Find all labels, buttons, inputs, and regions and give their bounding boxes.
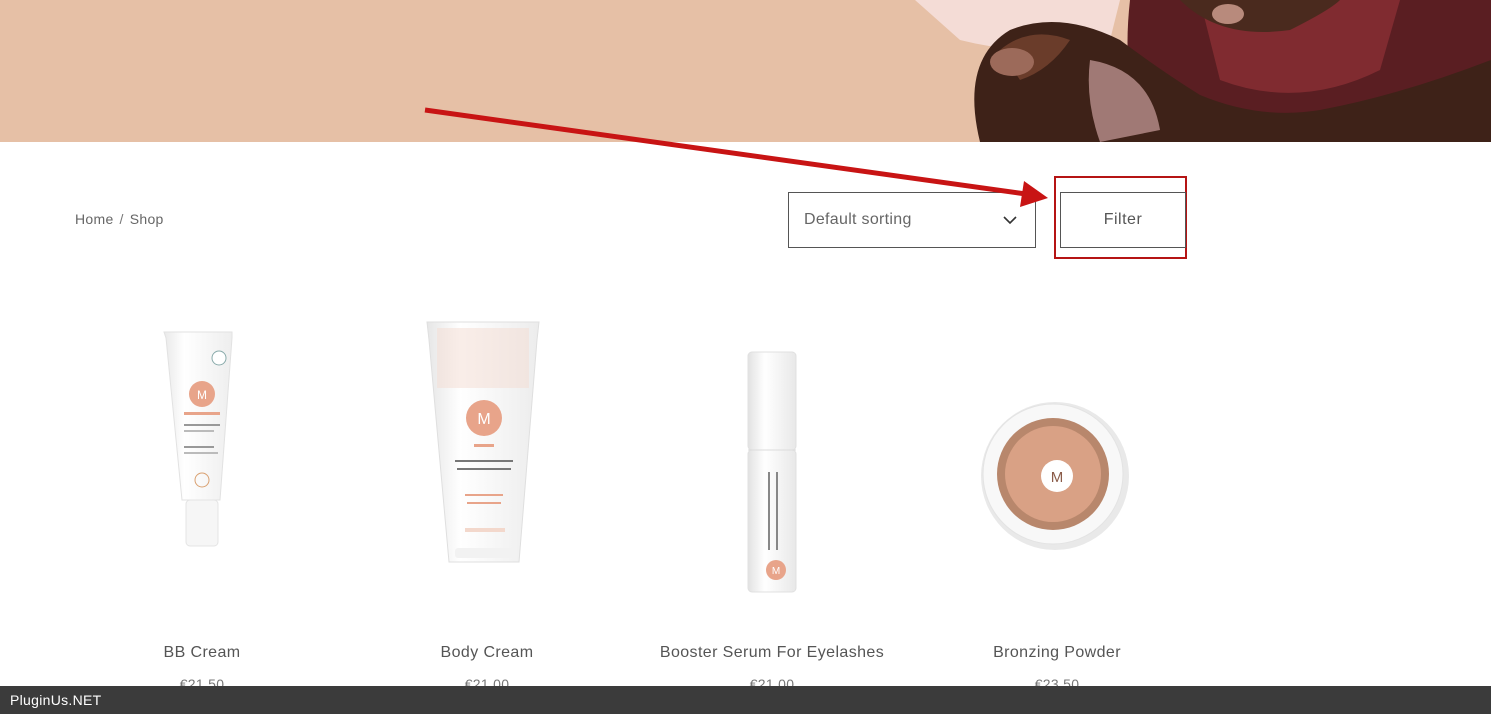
product-title[interactable]: Body Cream — [357, 644, 617, 662]
product-image[interactable]: M — [927, 300, 1187, 620]
product-image[interactable]: M — [357, 300, 617, 620]
sort-select-value: Default sorting — [804, 211, 912, 228]
product-title[interactable]: Booster Serum For Eyelashes — [642, 644, 902, 662]
product-title[interactable]: Bronzing Powder — [927, 644, 1187, 662]
product-card[interactable]: M Bronzing Powder €23.50 — [927, 300, 1187, 692]
sort-select[interactable]: Default sorting — [788, 192, 1036, 248]
filter-button[interactable]: Filter — [1060, 192, 1186, 248]
hero-banner — [0, 0, 1491, 142]
breadcrumb-separator: / — [119, 211, 124, 227]
product-image[interactable]: M — [72, 300, 332, 620]
product-card[interactable]: M BB Cream €21.50 — [72, 300, 332, 692]
product-title[interactable]: BB Cream — [72, 644, 332, 662]
product-card[interactable]: M Booster Serum For Eyelashes €21.00 — [642, 300, 902, 692]
product-image[interactable]: M — [642, 300, 902, 620]
svg-text:M: M — [477, 411, 490, 428]
svg-text:M: M — [772, 566, 780, 577]
hero-hand-image — [0, 0, 1491, 142]
breadcrumb-home-link[interactable]: Home — [75, 211, 114, 227]
footer-brand[interactable]: PluginUs.NET — [10, 692, 102, 708]
svg-text:M: M — [197, 388, 207, 402]
breadcrumb-current: Shop — [129, 211, 164, 227]
product-card[interactable]: M Body Cream €21.00 — [357, 300, 617, 692]
svg-text:M: M — [1051, 469, 1064, 486]
footer-bar: PluginUs.NET — [0, 686, 1491, 714]
chevron-down-icon — [1003, 213, 1017, 232]
breadcrumb: Home / Shop — [75, 211, 164, 227]
